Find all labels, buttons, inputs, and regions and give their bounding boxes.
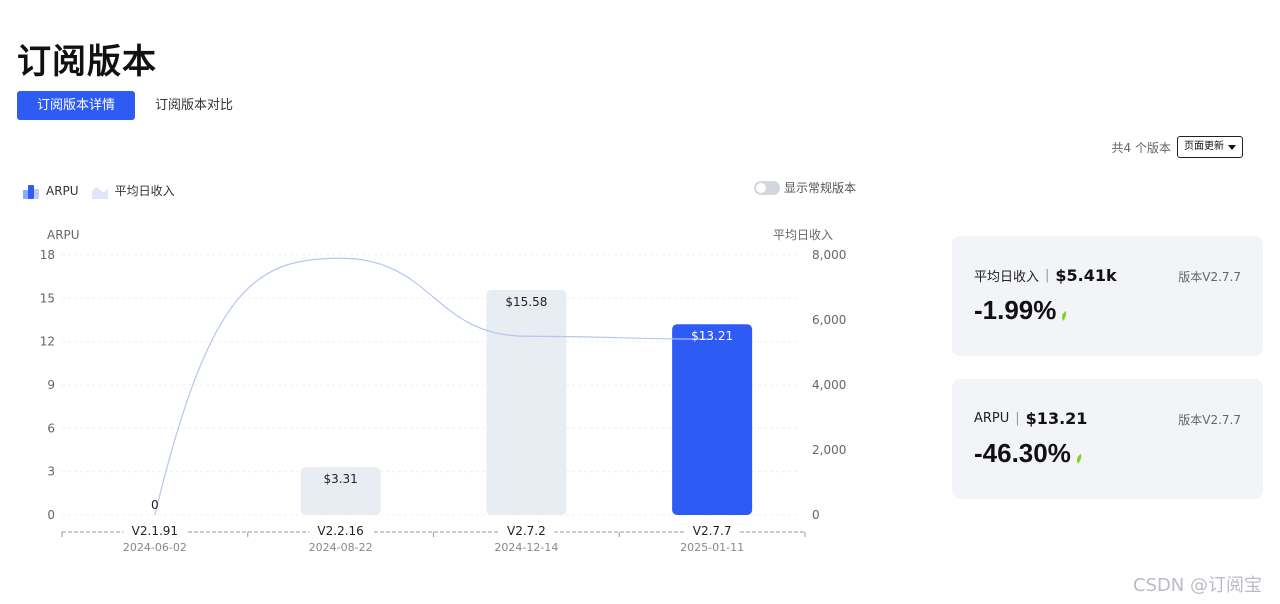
arpu-metric: ARPU | $13.21 xyxy=(974,409,1087,428)
bar-value-label: 0 xyxy=(151,498,159,512)
x-tick-label: V2.7.7 xyxy=(693,524,732,538)
x-date-label: 2024-06-02 xyxy=(123,541,187,554)
revenue-change-value: -1.99% xyxy=(974,295,1057,325)
x-date-label: 2024-08-22 xyxy=(309,541,373,554)
revenue-metric: 平均日收入 | $5.41k xyxy=(974,266,1117,285)
arpu-version: 版本V2.7.7 xyxy=(1178,413,1241,427)
show-regular-versions: 显示常规版本 xyxy=(754,179,856,196)
chart-legend: ARPU 平均日收入 xyxy=(22,182,179,199)
y2-tick-label: 2,000 xyxy=(812,443,846,457)
arpu-metric-label: ARPU xyxy=(974,411,1010,426)
version-count-label: 共4 个版本 xyxy=(1111,140,1171,155)
bar-value-label: $13.21 xyxy=(691,329,733,343)
revenue-line xyxy=(154,257,713,516)
y-tick-label: 12 xyxy=(40,335,55,349)
revenue-metric-value: $5.41k xyxy=(1055,266,1117,285)
page-update-label: 页面更新 xyxy=(1184,141,1224,152)
x-tick-label: V2.7.2 xyxy=(507,524,546,538)
tab-version-compare[interactable]: 订阅版本对比 xyxy=(135,91,253,120)
arpu-revenue-chart: ARPU 平均日收入 0 3 6 9 12 15 18 0 2,000 4,000 6,000 8,0… xyxy=(40,228,847,554)
arpu-metric-value: $13.21 xyxy=(1025,409,1088,428)
y-tick-label: 18 xyxy=(40,248,55,262)
y2-tick-label: 8,000 xyxy=(812,248,846,262)
x-tick-label: V2.2.16 xyxy=(317,524,363,538)
arpu-change: -46.30% xyxy=(974,438,1083,469)
down-trend-icon xyxy=(1076,454,1082,464)
revenue-change: -1.99% xyxy=(974,295,1068,326)
page-title: 订阅版本 xyxy=(17,42,157,82)
y-tick-label: 15 xyxy=(40,291,55,305)
x-date-label: 2025-01-11 xyxy=(680,541,744,554)
version-toolbar: 共4 个版本 页面更新 xyxy=(1112,136,1243,158)
revenue-metric-label: 平均日收入 xyxy=(974,270,1040,285)
show-regular-versions-toggle[interactable] xyxy=(754,180,780,195)
revenue-card: 平均日收入 | $5.41k 版本V2.7.7 -1.99% xyxy=(952,236,1263,356)
bar-value-label: $15.58 xyxy=(505,295,547,309)
divider: | xyxy=(1015,411,1020,426)
y-tick-label: 6 xyxy=(47,421,55,435)
bar-value-label: $3.31 xyxy=(323,472,357,486)
bar-chart-icon xyxy=(23,184,39,199)
bar[interactable] xyxy=(672,324,753,515)
page-update-dropdown[interactable]: 页面更新 xyxy=(1177,136,1243,158)
x-tick-label: V2.1.91 xyxy=(132,524,178,538)
tab-version-details[interactable]: 订阅版本详情 xyxy=(17,91,136,120)
y2-tick-label: 6,000 xyxy=(812,313,846,327)
y-axis-title: ARPU xyxy=(47,228,80,242)
divider: | xyxy=(1045,268,1050,283)
caret-down-icon xyxy=(1228,144,1236,150)
legend-item-revenue[interactable]: 平均日收入 xyxy=(91,182,175,199)
y2-tick-label: 4,000 xyxy=(812,378,846,392)
legend-label-arpu: ARPU xyxy=(46,183,79,198)
area-chart-icon xyxy=(91,186,108,199)
down-trend-icon xyxy=(1062,311,1067,321)
legend-label-revenue: 平均日收入 xyxy=(114,184,175,198)
y-tick-label: 0 xyxy=(47,508,55,522)
bar[interactable] xyxy=(486,289,567,515)
show-regular-versions-label: 显示常规版本 xyxy=(784,181,857,195)
y2-axis-title: 平均日收入 xyxy=(773,228,833,242)
x-date-label: 2024-12-14 xyxy=(494,541,558,554)
arpu-change-value: -46.30% xyxy=(974,438,1071,468)
y2-tick-label: 0 xyxy=(812,508,820,522)
y-tick-label: 3 xyxy=(47,465,55,479)
y-tick-label: 9 xyxy=(47,378,55,392)
revenue-version: 版本V2.7.7 xyxy=(1178,270,1241,284)
watermark: CSDN @订阅宝 xyxy=(1132,575,1262,596)
tab-bar: 订阅版本详情 订阅版本对比 xyxy=(17,91,253,120)
legend-item-arpu[interactable]: ARPU xyxy=(22,183,79,199)
arpu-card: ARPU | $13.21 版本V2.7.7 -46.30% xyxy=(952,379,1263,499)
